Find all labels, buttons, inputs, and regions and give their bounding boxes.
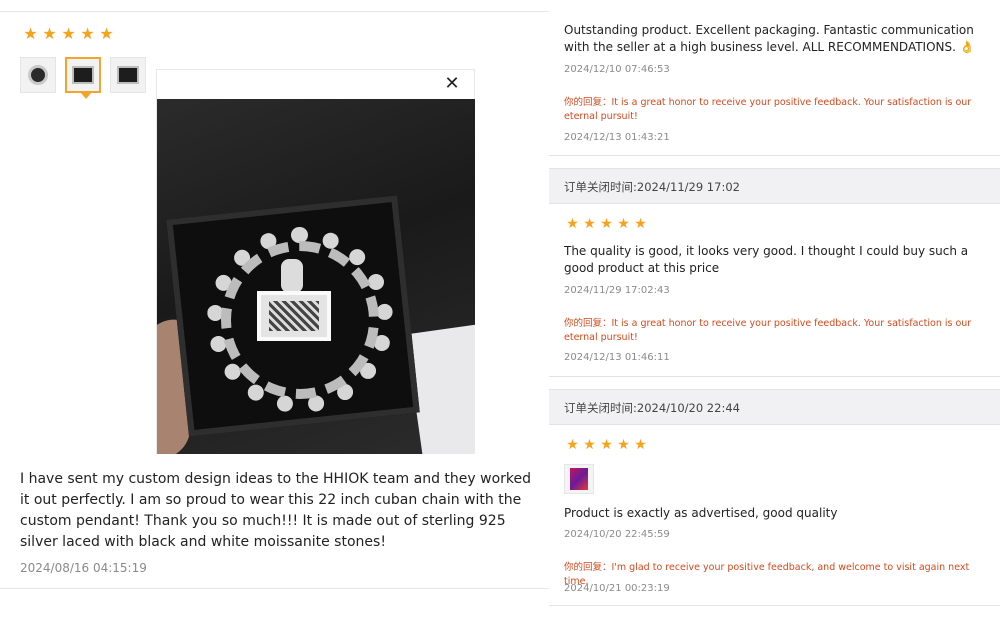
box-image bbox=[117, 66, 139, 84]
star-icon: ★ bbox=[80, 24, 95, 43]
star-icon: ★ bbox=[617, 437, 630, 453]
review-text: Product is exactly as advertised, good q… bbox=[564, 506, 838, 520]
review-text: Outstanding product. Excellent packaging… bbox=[564, 23, 975, 54]
star-icon: ★ bbox=[566, 437, 579, 453]
review-date: 2024/11/29 17:02:43 bbox=[564, 285, 670, 296]
star-icon: ★ bbox=[634, 216, 647, 232]
thumbnail-1[interactable] bbox=[20, 57, 56, 93]
rating-stars: ★ ★ ★ ★ ★ bbox=[566, 438, 647, 452]
order-close-time: 订单关闭时间:2024/10/20 22:44 bbox=[564, 401, 740, 415]
image-viewer-popup: ✕ bbox=[156, 69, 475, 454]
seller-reply: 你的回复：It is a great honor to receive your… bbox=[564, 318, 972, 343]
reply-date: 2024/12/13 01:43:21 bbox=[564, 132, 670, 143]
star-icon: ★ bbox=[23, 24, 38, 43]
rating-stars: ★ ★ ★ ★ ★ bbox=[23, 26, 114, 42]
star-icon: ★ bbox=[600, 216, 613, 232]
right-review-list: Outstanding product. Excellent packaging… bbox=[549, 0, 1000, 638]
review-date: 2024/12/10 07:46:53 bbox=[564, 64, 670, 75]
review-image-thumbnail[interactable] bbox=[564, 464, 594, 494]
order-close-bar: 订单关闭时间:2024/11/29 17:02 bbox=[549, 168, 1000, 204]
star-icon: ★ bbox=[600, 437, 613, 453]
rating-stars: ★ ★ ★ ★ ★ bbox=[566, 217, 647, 231]
review-date: 2024/08/16 04:15:19 bbox=[20, 561, 147, 575]
pendant-shape bbox=[257, 291, 331, 341]
star-icon: ★ bbox=[617, 216, 630, 232]
review-text: I have sent my custom design ideas to th… bbox=[20, 471, 531, 550]
review-date: 2024/10/20 22:45:59 bbox=[564, 529, 670, 540]
review-image bbox=[570, 468, 588, 490]
divider bbox=[549, 605, 1000, 606]
star-icon: ★ bbox=[61, 24, 76, 43]
order-close-bar: 订单关闭时间:2024/10/20 22:44 bbox=[549, 389, 1000, 425]
star-icon: ★ bbox=[566, 216, 579, 232]
seller-reply: 你的回复：It is a great honor to receive your… bbox=[564, 97, 972, 122]
divider bbox=[0, 588, 549, 589]
star-icon: ★ bbox=[634, 437, 647, 453]
box-image bbox=[72, 66, 94, 84]
reply-date: 2024/10/21 00:23:19 bbox=[564, 583, 670, 594]
pendant-bail-shape bbox=[281, 259, 303, 293]
star-icon: ★ bbox=[99, 24, 114, 43]
order-close-time: 订单关闭时间:2024/11/29 17:02 bbox=[564, 180, 740, 194]
reply-date: 2024/12/13 01:46:11 bbox=[564, 352, 670, 363]
star-icon: ★ bbox=[42, 24, 57, 43]
left-review-panel: ★ ★ ★ ★ ★ ✕ I have sent my custom design… bbox=[0, 0, 549, 638]
divider bbox=[0, 11, 549, 12]
thumbnail-3[interactable] bbox=[110, 57, 146, 93]
image-thumbnails bbox=[20, 57, 146, 99]
star-icon: ★ bbox=[583, 437, 596, 453]
review-text: The quality is good, it looks very good.… bbox=[564, 244, 969, 275]
thumbnail-2[interactable] bbox=[65, 57, 101, 99]
star-icon: ★ bbox=[583, 216, 596, 232]
divider bbox=[549, 155, 1000, 156]
review-photo bbox=[157, 99, 475, 454]
close-icon[interactable]: ✕ bbox=[442, 74, 462, 94]
chain-image bbox=[28, 65, 48, 85]
divider bbox=[549, 376, 1000, 377]
